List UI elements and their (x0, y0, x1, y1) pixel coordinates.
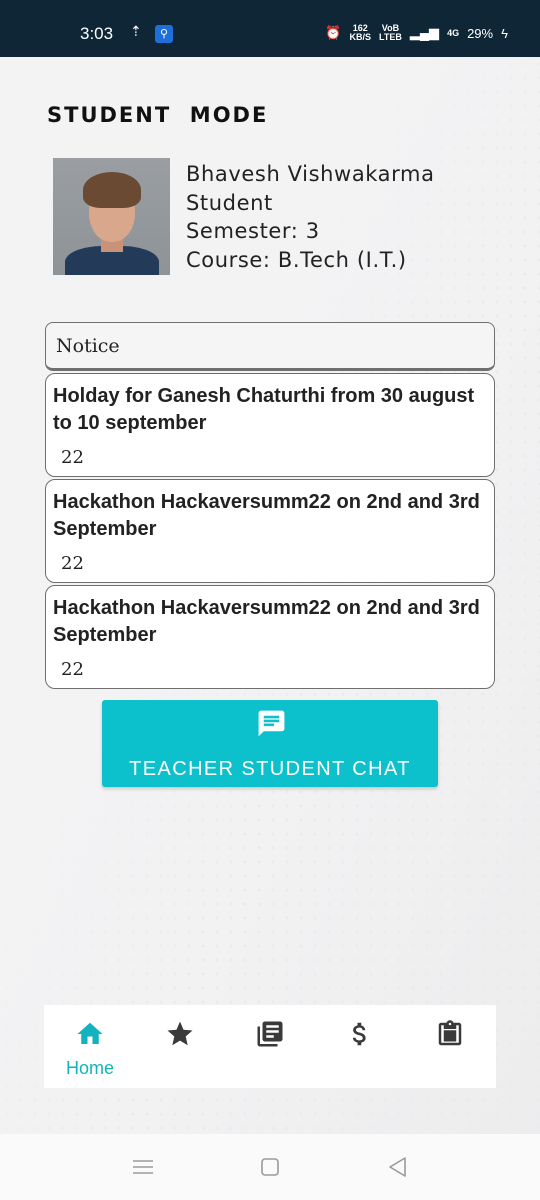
alarm-icon: ⏰ (325, 25, 342, 40)
library-books-icon (257, 1021, 283, 1047)
speed-unit: KB/S (349, 32, 371, 42)
status-time: 3:03 (80, 24, 114, 43)
status-indicators: ⏰ 162 KB/S VoB LTEB ▂▄▆ 4G 29% ϟ (325, 24, 508, 42)
notice-title: Holday for Ganesh Chaturthi from 30 augu… (53, 385, 475, 434)
home-square-icon[interactable] (257, 1154, 283, 1180)
notice-year: 22 (61, 659, 84, 680)
chat-icon (258, 710, 285, 737)
dollar-icon (352, 1022, 366, 1046)
page-title: STUDENT MODE (47, 103, 269, 127)
notice-card[interactable]: Hackathon Hackaversumm22 on 2nd and 3rd … (45, 585, 495, 689)
home-icon (77, 1022, 103, 1044)
nav-library[interactable] (240, 1005, 300, 1088)
profile-role: Student (186, 190, 273, 215)
charging-icon: ϟ (501, 25, 508, 41)
back-icon[interactable] (385, 1154, 411, 1180)
avatar (53, 158, 170, 275)
profile-course: Course: B.Tech (I.T.) (186, 247, 407, 272)
volte-bottom: LTEB (379, 32, 402, 42)
volte-indicator: VoB LTEB (379, 24, 402, 42)
notice-header: Notice (45, 322, 495, 371)
network-type: 4G (447, 27, 460, 38)
teacher-student-chat-button[interactable]: TEACHER STUDENT CHAT (102, 700, 438, 787)
signal-icon: ▂▄▆ (409, 25, 440, 40)
nav-payments[interactable] (330, 1005, 390, 1088)
notice-title: Hackathon Hackaversumm22 on 2nd and 3rd … (53, 597, 480, 646)
nav-clipboard[interactable] (420, 1005, 480, 1088)
notice-card[interactable]: Hackathon Hackaversumm22 on 2nd and 3rd … (45, 479, 495, 583)
nav-home[interactable]: Home (60, 1005, 120, 1088)
clipboard-icon (438, 1020, 462, 1046)
system-nav-bar (0, 1134, 540, 1200)
upload-icon: ⇡ (130, 24, 142, 40)
bottom-nav: Home (44, 1005, 496, 1088)
battery-text: 29% (467, 25, 494, 41)
menu-icon[interactable] (130, 1154, 156, 1180)
chat-button-label: TEACHER STUDENT CHAT (129, 758, 411, 780)
profile-semester: Semester: 3 (186, 219, 320, 243)
nav-favorites[interactable] (150, 1005, 210, 1088)
profile-info: Bhavesh Vishwakarma Student Semester: 3 … (186, 160, 435, 274)
star-icon (167, 1021, 193, 1046)
status-bar: 3:03 ⇡ ⚲ ⏰ 162 KB/S VoB LTEB ▂▄▆ 4G 29% … (0, 0, 540, 57)
notice-year: 22 (61, 447, 84, 468)
vpn-icon: ⚲ (155, 25, 173, 43)
nav-home-label: Home (65, 1058, 114, 1078)
notice-card[interactable]: Holday for Ganesh Chaturthi from 30 augu… (45, 373, 495, 477)
notice-year: 22 (61, 553, 84, 574)
notice-title: Hackathon Hackaversumm22 on 2nd and 3rd … (53, 491, 480, 540)
network-speed: 162 KB/S (349, 24, 371, 42)
profile-name: Bhavesh Vishwakarma (186, 162, 435, 186)
